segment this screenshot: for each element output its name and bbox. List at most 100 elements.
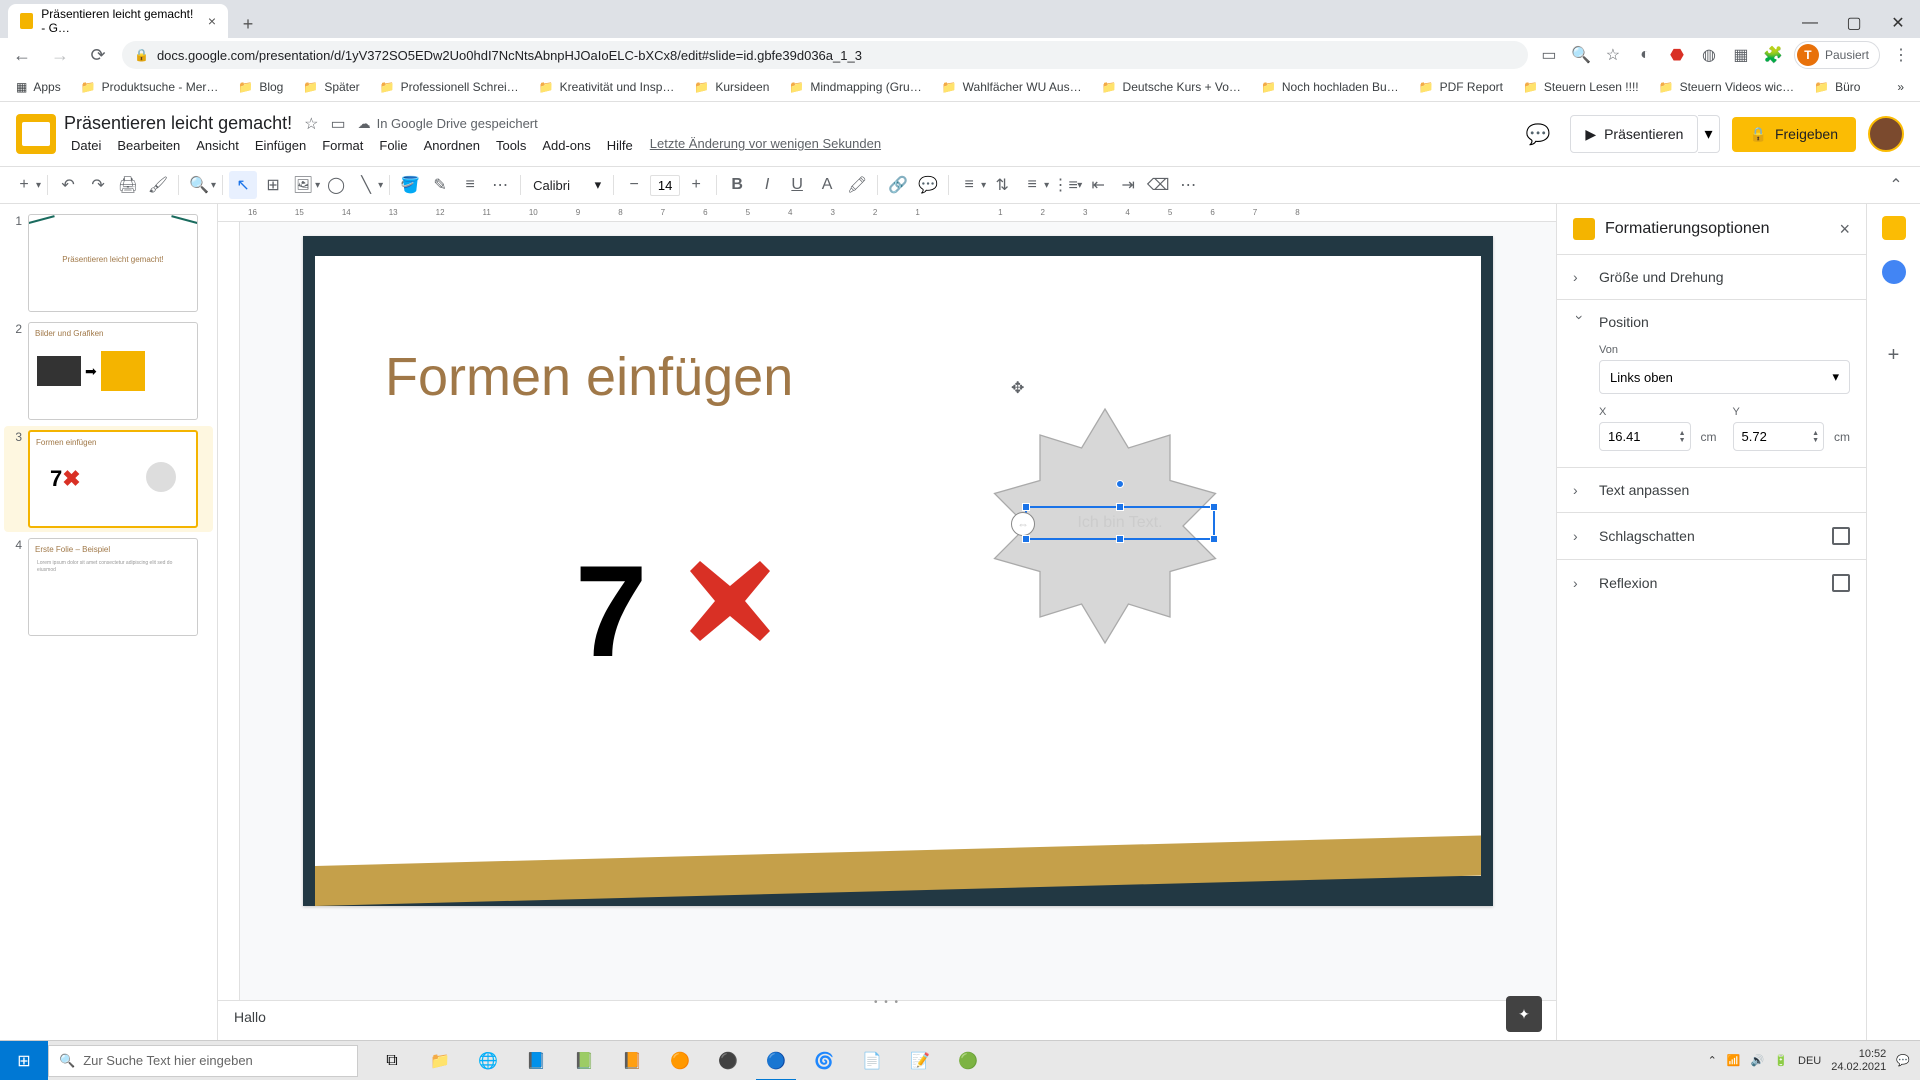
ext-icon-3[interactable]: ◍ (1698, 44, 1720, 66)
profile-button[interactable]: T Pausiert (1794, 41, 1880, 69)
menu-einfuegen[interactable]: Einfügen (248, 136, 313, 155)
bookmark[interactable]: 📁Mindmapping (Gru… (781, 76, 929, 98)
app-icon[interactable]: 🟠 (656, 1041, 704, 1080)
menu-bearbeiten[interactable]: Bearbeiten (110, 136, 187, 155)
present-button[interactable]: ▶Präsentieren (1570, 115, 1698, 153)
bookmark[interactable]: 📁Deutsche Kurs + Vo… (1094, 76, 1249, 98)
star-icon[interactable]: ☆ (1602, 44, 1624, 66)
explore-button[interactable]: ✦ (1506, 996, 1542, 1032)
resize-handle[interactable] (1116, 503, 1124, 511)
ext-icon-1[interactable]: ◐ (1634, 44, 1656, 66)
comment-button[interactable]: 💬 (914, 171, 942, 199)
align-indicator-icon[interactable]: ⇔ (1011, 512, 1035, 536)
speaker-notes[interactable]: • • • Hallo ✦ (218, 1000, 1556, 1040)
spinner-icon[interactable]: ▲▼ (1812, 430, 1819, 444)
word-icon[interactable]: 📘 (512, 1041, 560, 1080)
last-edit[interactable]: Letzte Änderung vor wenigen Sekunden (650, 136, 881, 155)
comments-button[interactable]: 💬 (1518, 114, 1558, 154)
section-size-rotation[interactable]: › Größe und Drehung (1557, 255, 1866, 299)
bookmark[interactable]: 📁Steuern Videos wic… (1651, 76, 1802, 98)
x-input[interactable]: 16.41 ▲▼ (1599, 422, 1691, 451)
spotify-icon[interactable]: 🟢 (944, 1041, 992, 1080)
bookmark[interactable]: 📁PDF Report (1411, 76, 1511, 98)
bookmark[interactable]: 📁Produktsuche - Mer… (73, 76, 227, 98)
spinner-icon[interactable]: ▲▼ (1679, 430, 1686, 444)
clear-format-button[interactable]: ⌫ (1144, 171, 1172, 199)
edge2-icon[interactable]: 🌀 (800, 1041, 848, 1080)
doc-title[interactable]: Präsentieren leicht gemacht! (64, 113, 292, 134)
bookmark[interactable]: 📁Noch hochladen Bu… (1253, 76, 1407, 98)
border-weight-button[interactable]: ≡ (456, 171, 484, 199)
menu-tools[interactable]: Tools (489, 136, 533, 155)
line-spacing-button[interactable]: ⇅ (988, 171, 1016, 199)
ext-icon-2[interactable]: ⬣ (1666, 44, 1688, 66)
shadow-checkbox[interactable] (1832, 527, 1850, 545)
windows-search[interactable]: 🔍 Zur Suche Text hier eingeben (48, 1045, 358, 1077)
obs-icon[interactable]: ⚫ (704, 1041, 752, 1080)
more-button[interactable]: ⋯ (1174, 171, 1202, 199)
tasks-icon[interactable] (1882, 260, 1906, 284)
star-doc-icon[interactable]: ☆ (304, 114, 318, 134)
start-button[interactable]: ⊞ (0, 1041, 48, 1080)
menu-addons[interactable]: Add-ons (535, 136, 597, 155)
menu-ansicht[interactable]: Ansicht (189, 136, 246, 155)
resize-handle[interactable] (1210, 503, 1218, 511)
new-slide-dd[interactable]: ▾ (36, 180, 41, 191)
resize-handle[interactable] (1022, 503, 1030, 511)
address-bar[interactable]: 🔒 docs.google.com/presentation/d/1yV372S… (122, 41, 1528, 69)
undo-button[interactable]: ↶ (54, 171, 82, 199)
section-shadow[interactable]: › Schlagschatten (1557, 513, 1866, 559)
italic-button[interactable]: I (753, 171, 781, 199)
maximize-icon[interactable]: ▢ (1832, 8, 1876, 38)
bold-button[interactable]: B (723, 171, 751, 199)
image-tool[interactable]: 🖼 (289, 171, 317, 199)
ext-icon-4[interactable]: ▦ (1730, 44, 1752, 66)
notepad-icon[interactable]: 📝 (896, 1041, 944, 1080)
redo-button[interactable]: ↷ (84, 171, 112, 199)
slide-canvas[interactable]: Formen einfügen 7 ✥ ⇔ Ich bin Text. (303, 236, 1493, 906)
font-family-select[interactable]: Calibri▾ (527, 173, 607, 197)
powerpoint-icon[interactable]: 📙 (608, 1041, 656, 1080)
rotate-handle[interactable] (1116, 480, 1124, 488)
ruler-horizontal[interactable]: 16151413121110987654321 12345678 (218, 204, 1556, 222)
close-panel-button[interactable]: × (1839, 219, 1850, 240)
resize-handle[interactable] (1022, 535, 1030, 543)
edge-icon[interactable]: 🌐 (464, 1041, 512, 1080)
print-button[interactable]: 🖨 (114, 171, 142, 199)
select-tool[interactable]: ↖ (229, 171, 257, 199)
border-dash-button[interactable]: ⋯ (486, 171, 514, 199)
link-button[interactable]: 🔗 (884, 171, 912, 199)
menu-anordnen[interactable]: Anordnen (417, 136, 487, 155)
y-input[interactable]: 5.72 ▲▼ (1733, 422, 1825, 451)
menu-format[interactable]: Format (315, 136, 370, 155)
bookmark[interactable]: 📁Steuern Lesen !!!! (1515, 76, 1647, 98)
indent-dec-button[interactable]: ⇤ (1084, 171, 1112, 199)
bookmark[interactable]: 📁Blog (230, 76, 291, 98)
thumb-4[interactable]: Erste Folie – Beispiel Lorem ipsum dolor… (28, 538, 198, 636)
zoom-button[interactable]: 🔍 (185, 171, 213, 199)
explorer-icon[interactable]: 📁 (416, 1041, 464, 1080)
minimize-icon[interactable]: — (1788, 8, 1832, 38)
thumb-1[interactable]: Präsentieren leicht gemacht! (28, 214, 198, 312)
tray-clock[interactable]: 10:52 24.02.2021 (1831, 1048, 1886, 1074)
thumb-2[interactable]: Bilder und Grafiken ➡ (28, 322, 198, 420)
underline-button[interactable]: U (783, 171, 811, 199)
menu-datei[interactable]: Datei (64, 136, 108, 155)
browser-tab[interactable]: Präsentieren leicht gemacht! - G… × (8, 4, 228, 38)
user-avatar[interactable] (1868, 116, 1904, 152)
selected-textbox[interactable]: ⇔ Ich bin Text. (1025, 506, 1215, 540)
bookmark[interactable]: 📁Büro (1806, 76, 1868, 98)
bookmarks-overflow[interactable]: » (1889, 76, 1912, 98)
tray-volume-icon[interactable]: 🔊 (1751, 1054, 1765, 1067)
section-text-fit[interactable]: › Text anpassen (1557, 468, 1866, 512)
line-tool[interactable]: ╲ (352, 171, 380, 199)
collapse-toolbar-icon[interactable]: ⌃ (1882, 171, 1910, 199)
fill-color-button[interactable]: 🪣 (396, 171, 424, 199)
indent-inc-button[interactable]: ⇥ (1114, 171, 1142, 199)
move-doc-icon[interactable]: ▭ (330, 114, 345, 134)
slide-title-text[interactable]: Formen einfügen (385, 346, 793, 408)
align-button[interactable]: ≡ (955, 171, 983, 199)
paint-format-button[interactable]: 🖌 (144, 171, 172, 199)
shape-tool[interactable]: ◯ (322, 171, 350, 199)
chrome-icon[interactable]: 🔵 (752, 1041, 800, 1080)
